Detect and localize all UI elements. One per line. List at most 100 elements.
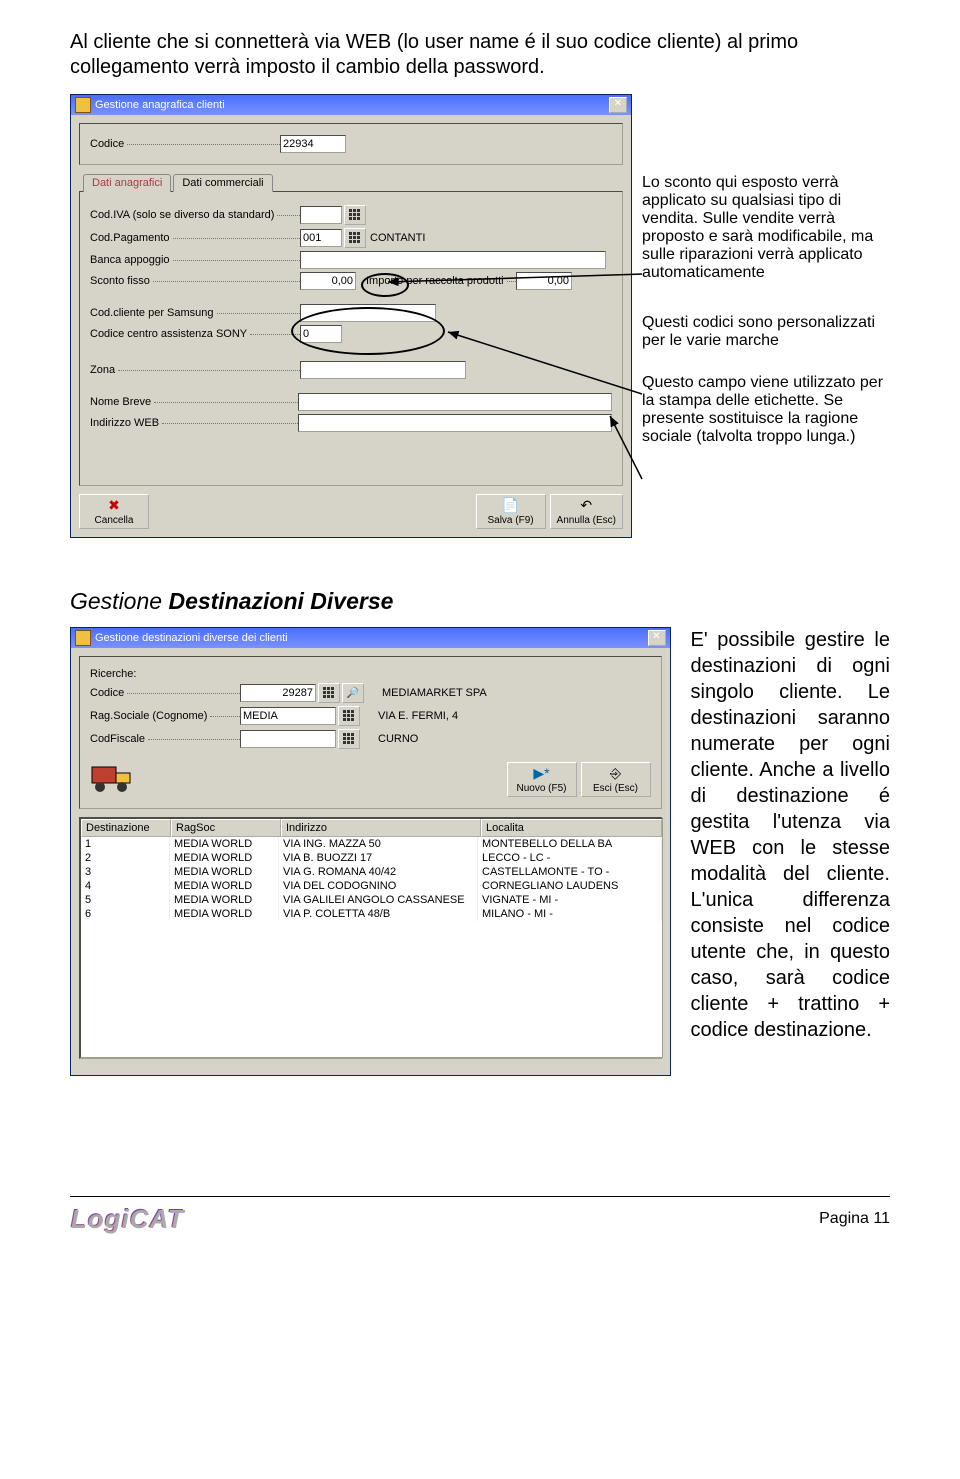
nuovo-button[interactable]: ▶*Nuovo (F5) <box>507 762 577 797</box>
esci-button[interactable]: ⎆Esci (Esc) <box>581 762 651 797</box>
page-number: Pagina 11 <box>819 1210 890 1228</box>
logo: LogiCAT <box>70 1203 183 1234</box>
search-button[interactable]: 🔎 <box>342 683 364 703</box>
table-cell: VIA P. COLETTA 48/B <box>279 907 478 921</box>
zona-input[interactable] <box>300 361 466 379</box>
callout-codici: Questi codici sono personalizzati per le… <box>642 314 890 350</box>
exit-icon: ⎆ <box>588 765 644 782</box>
indirizzo-web-input[interactable] <box>298 414 612 432</box>
lookup-button[interactable] <box>318 683 340 703</box>
side-paragraph: E' possibile gestire le destinazioni di … <box>691 627 891 1043</box>
cod-pagamento-display: CONTANTI <box>366 232 429 244</box>
cancella-button[interactable]: ✖Cancella <box>79 494 149 529</box>
importo-raccolta-input[interactable] <box>516 272 572 290</box>
section-title-destinazioni: Gestione Destinazioni Diverse <box>70 588 890 615</box>
tab-dati-anagrafici[interactable]: Dati anagrafici <box>83 174 171 192</box>
annotation-circle <box>291 307 445 355</box>
table-cell: MEDIA WORLD <box>170 907 279 921</box>
close-button[interactable]: ✕ <box>648 630 666 646</box>
tab-dati-commerciali[interactable]: Dati commerciali <box>173 174 272 192</box>
window-gestione-anagrafica: Gestione anagrafica clienti ✕ Codice Dat… <box>70 94 632 538</box>
col-header[interactable]: Destinazione <box>81 819 171 837</box>
callout-sconto: Lo sconto qui esposto verrà applicato su… <box>642 174 890 282</box>
app-icon <box>75 97 91 113</box>
window-destinazioni: Gestione destinazioni diverse dei client… <box>70 627 671 1076</box>
lookup-button[interactable] <box>344 205 366 225</box>
zona-label: Zona <box>90 364 118 376</box>
col-header[interactable]: Indirizzo <box>281 819 481 837</box>
table-row[interactable]: 4MEDIA WORLDVIA DEL CODOGNINOCORNEGLIANO… <box>81 879 662 893</box>
table-cell: MEDIA WORLD <box>170 879 279 893</box>
codfiscale-input[interactable] <box>240 730 336 748</box>
lookup-button[interactable] <box>344 228 366 248</box>
sconto-fisso-input[interactable] <box>300 272 356 290</box>
table-row[interactable]: 5MEDIA WORLDVIA GALILEI ANGOLO CASSANESE… <box>81 893 662 907</box>
table-cell: CASTELLAMONTE - TO - <box>478 865 662 879</box>
table-cell: VIGNATE - MI - <box>478 893 662 907</box>
nome-breve-input[interactable] <box>298 393 612 411</box>
table-cell: VIA GALILEI ANGOLO CASSANESE <box>279 893 478 907</box>
keypad-icon <box>323 687 335 699</box>
titlebar: Gestione anagrafica clienti ✕ <box>71 95 631 115</box>
table-cell: 5 <box>81 893 170 907</box>
table-row[interactable]: 1MEDIA WORLDVIA ING. MAZZA 50MONTEBELLO … <box>81 837 662 851</box>
table-cell: VIA G. ROMANA 40/42 <box>279 865 478 879</box>
window-title: Gestione anagrafica clienti <box>95 99 225 111</box>
lookup-button[interactable] <box>338 706 360 726</box>
col-header[interactable]: Localita <box>481 819 662 837</box>
table-cell: MEDIA WORLD <box>170 865 279 879</box>
table-row[interactable]: 2MEDIA WORLDVIA B. BUOZZI 17LECCO - LC - <box>81 851 662 865</box>
table-cell: 2 <box>81 851 170 865</box>
annotation-circle <box>361 273 409 297</box>
keypad-icon <box>349 232 361 244</box>
save-icon: 📄 <box>483 497 539 514</box>
col-header[interactable]: RagSoc <box>171 819 281 837</box>
table-row[interactable]: 6MEDIA WORLDVIA P. COLETTA 48/BMILANO - … <box>81 907 662 921</box>
destinations-table[interactable]: Destinazione RagSoc Indirizzo Localita 1… <box>80 818 663 1058</box>
close-button[interactable]: ✕ <box>609 97 627 113</box>
codice-label: Codice <box>90 138 127 150</box>
lookup-button[interactable] <box>338 729 360 749</box>
salva-button[interactable]: 📄Salva (F9) <box>476 494 546 529</box>
keypad-icon <box>349 209 361 221</box>
cod-sony-label: Codice centro assistenza SONY <box>90 328 250 340</box>
table-cell: VIA ING. MAZZA 50 <box>279 837 478 851</box>
banca-label: Banca appoggio <box>90 254 173 266</box>
app-icon <box>75 630 91 646</box>
dest-addr-display: VIA E. FERMI, 4 <box>374 710 462 722</box>
window-title: Gestione destinazioni diverse dei client… <box>95 632 288 644</box>
ragsoc-label: Rag.Sociale (Cognome) <box>90 710 210 722</box>
table-cell: VIA DEL CODOGNINO <box>279 879 478 893</box>
nome-breve-label: Nome Breve <box>90 396 154 408</box>
keypad-icon <box>343 733 355 745</box>
cod-samsung-label: Cod.cliente per Samsung <box>90 307 217 319</box>
table-cell: MEDIA WORLD <box>170 837 279 851</box>
table-cell: LECCO - LC - <box>478 851 662 865</box>
undo-icon: ↶ <box>557 497 616 514</box>
delete-icon: ✖ <box>86 497 142 514</box>
table-cell: 3 <box>81 865 170 879</box>
dest-name-display: MEDIAMARKET SPA <box>378 687 491 699</box>
table-cell: 6 <box>81 907 170 921</box>
keypad-icon <box>343 710 355 722</box>
titlebar: Gestione destinazioni diverse dei client… <box>71 628 670 648</box>
table-cell: MEDIA WORLD <box>170 893 279 907</box>
truck-icon <box>90 757 136 797</box>
cod-pagamento-input[interactable] <box>300 229 342 247</box>
codice-input[interactable] <box>240 684 316 702</box>
table-cell: 4 <box>81 879 170 893</box>
ricerche-label: Ricerche: <box>90 668 136 680</box>
table-row[interactable]: 3MEDIA WORLDVIA G. ROMANA 40/42CASTELLAM… <box>81 865 662 879</box>
banca-input[interactable] <box>300 251 606 269</box>
callout-nome-breve: Questo campo viene utilizzato per la sta… <box>642 374 890 446</box>
table-cell: MONTEBELLO DELLA BA <box>478 837 662 851</box>
table-cell: 1 <box>81 837 170 851</box>
cod-iva-label: Cod.IVA (solo se diverso da standard) <box>90 209 277 221</box>
indirizzo-web-label: Indirizzo WEB <box>90 417 162 429</box>
ragsoc-input[interactable] <box>240 707 336 725</box>
annulla-button[interactable]: ↶Annulla (Esc) <box>550 494 623 529</box>
cod-iva-input[interactable] <box>300 206 342 224</box>
table-cell: MILANO - MI - <box>478 907 662 921</box>
codice-input[interactable] <box>280 135 346 153</box>
table-cell: MEDIA WORLD <box>170 851 279 865</box>
